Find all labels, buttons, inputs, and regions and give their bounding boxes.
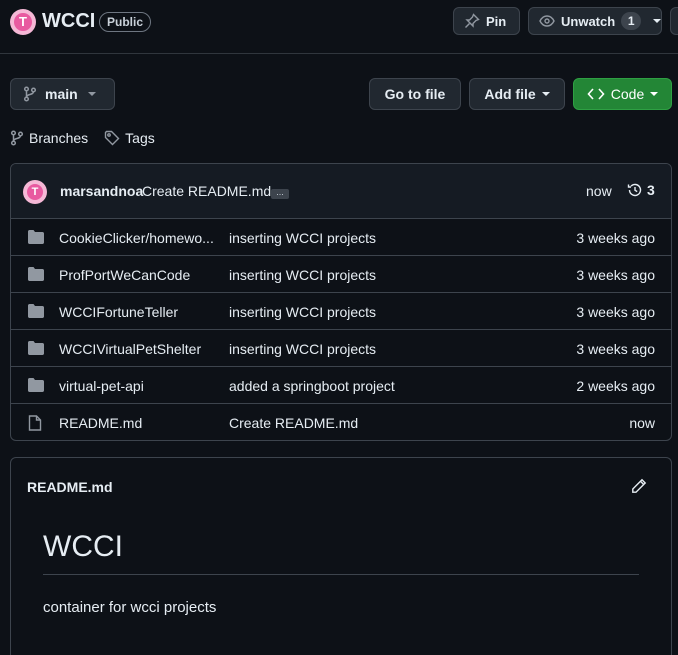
folder-icon [28, 378, 44, 392]
repo-meta-links: Branches Tags [10, 128, 155, 148]
table-row[interactable]: ProfPortWeCanCode inserting WCCI project… [11, 256, 671, 293]
eye-icon [539, 13, 555, 29]
owner-avatar[interactable]: T [10, 9, 36, 35]
commit-time: now [586, 183, 612, 199]
file-commit-message[interactable]: Create README.md [229, 415, 358, 431]
tag-icon [104, 130, 120, 146]
pin-button[interactable]: Pin [453, 7, 520, 35]
branches-link[interactable]: Branches [10, 130, 88, 146]
code-icon [587, 87, 605, 101]
branch-icon [10, 130, 24, 146]
readme-body: container for wcci projects [43, 599, 217, 616]
readme-heading: WCCI [43, 530, 639, 575]
branches-label: Branches [29, 130, 89, 146]
file-commit-message[interactable]: inserting WCCI projects [229, 304, 376, 320]
file-table: T marsandnoa Create README.md ... now 3 [10, 163, 672, 441]
code-button[interactable]: Code [573, 78, 672, 110]
file-icon [28, 415, 42, 431]
commit-history-link[interactable]: 3 [627, 182, 655, 198]
folder-icon [28, 267, 44, 281]
branch-name: main [45, 86, 78, 102]
file-name[interactable]: WCCIFortuneTeller [59, 304, 217, 320]
pin-icon [464, 13, 480, 29]
tags-label: Tags [125, 130, 155, 146]
file-name[interactable]: virtual-pet-api [59, 378, 217, 394]
chevron-down-icon [541, 92, 550, 96]
folder-icon [28, 304, 44, 318]
folder-icon [28, 341, 44, 355]
history-icon [627, 182, 643, 198]
file-age: 3 weeks ago [576, 304, 655, 320]
file-commit-message[interactable]: added a springboot project [229, 378, 395, 394]
table-row[interactable]: virtual-pet-api added a springboot proje… [11, 367, 671, 404]
add-file-label: Add file [484, 86, 536, 102]
file-age: 3 weeks ago [576, 267, 655, 283]
table-row[interactable]: README.md Create README.md now [11, 404, 671, 440]
pin-label: Pin [486, 13, 507, 29]
file-age: now [629, 415, 655, 431]
readme-panel: README.md WCCI container for wcci projec… [10, 457, 672, 655]
file-commit-message[interactable]: inserting WCCI projects [229, 341, 376, 357]
add-file-button[interactable]: Add file [469, 78, 565, 110]
table-row[interactable]: WCCIVirtualPetShelter inserting WCCI pro… [11, 330, 671, 367]
chevron-down-icon [650, 92, 659, 96]
file-commit-message[interactable]: inserting WCCI projects [229, 230, 376, 246]
folder-icon [28, 230, 44, 244]
unwatch-label: Unwatch [561, 13, 616, 29]
commit-message[interactable]: Create README.md [142, 183, 271, 199]
history-count: 3 [647, 182, 655, 198]
tags-link[interactable]: Tags [104, 130, 155, 146]
file-age: 3 weeks ago [576, 230, 655, 246]
branch-icon [23, 86, 37, 102]
chevron-down-icon [653, 19, 662, 23]
pencil-icon[interactable] [631, 478, 647, 494]
code-label: Code [610, 86, 645, 102]
commit-author[interactable]: marsandnoa [60, 183, 143, 199]
watch-count-badge: 1 [621, 12, 642, 30]
visibility-badge: Public [99, 12, 152, 32]
file-name[interactable]: CookieClicker/homewo... [59, 230, 217, 246]
file-name[interactable]: ProfPortWeCanCode [59, 267, 217, 283]
file-name[interactable]: WCCIVirtualPetShelter [59, 341, 217, 357]
avatar-letter: T [14, 13, 32, 31]
table-row[interactable]: WCCIFortuneTeller inserting WCCI project… [11, 293, 671, 330]
go-to-file-button[interactable]: Go to file [369, 78, 461, 110]
repo-name[interactable]: WCCI [42, 10, 95, 33]
latest-commit-row: T marsandnoa Create README.md ... now 3 [11, 164, 671, 219]
fork-button[interactable] [670, 7, 678, 35]
file-name[interactable]: README.md [59, 415, 217, 431]
file-commit-message[interactable]: inserting WCCI projects [229, 267, 376, 283]
author-avatar[interactable]: T [23, 180, 47, 204]
commit-ellipsis-button[interactable]: ... [271, 188, 289, 199]
repo-header: T WCCI Public Pin Unwatch 1 [0, 0, 678, 54]
readme-title[interactable]: README.md [27, 479, 113, 495]
file-age: 3 weeks ago [576, 341, 655, 357]
branch-selector[interactable]: main [10, 78, 115, 110]
file-age: 2 weeks ago [576, 378, 655, 394]
table-row[interactable]: CookieClicker/homewo... inserting WCCI p… [11, 219, 671, 256]
chevron-down-icon [87, 92, 96, 96]
avatar-letter: T [26, 183, 44, 201]
repo-page: T WCCI Public Pin Unwatch 1 main Go to f… [0, 0, 678, 655]
unwatch-button[interactable]: Unwatch 1 [528, 7, 662, 35]
